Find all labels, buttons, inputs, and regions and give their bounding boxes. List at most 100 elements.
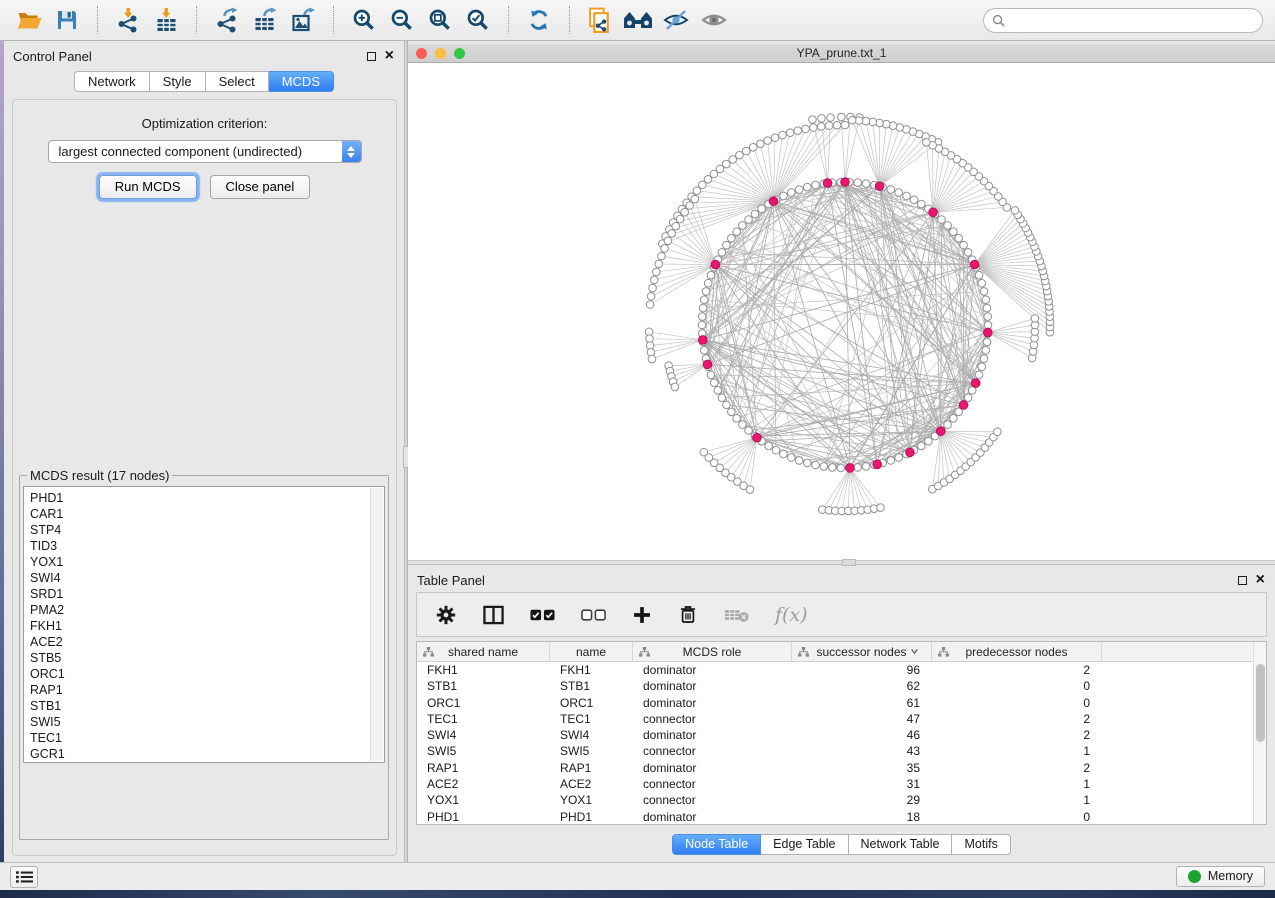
- split-panel-icon[interactable]: [483, 605, 504, 625]
- network-node[interactable]: [964, 394, 972, 402]
- network-node[interactable]: [718, 248, 726, 256]
- import-table-from-file-icon[interactable]: [149, 4, 183, 36]
- table-row[interactable]: RAP1RAP1dominator352: [417, 760, 1266, 776]
- column-header-shared-name[interactable]: shared name: [417, 642, 550, 661]
- network-node[interactable]: [848, 116, 856, 124]
- network-node[interactable]: [833, 121, 841, 129]
- run-mcds-button[interactable]: Run MCDS: [99, 175, 197, 199]
- network-node[interactable]: [794, 127, 802, 135]
- network-node[interactable]: [771, 134, 779, 142]
- mcds-network-node[interactable]: [823, 179, 832, 188]
- network-node[interactable]: [994, 428, 1002, 436]
- splitter-handle[interactable]: [842, 559, 856, 566]
- save-session-icon[interactable]: [50, 4, 84, 36]
- network-node[interactable]: [812, 461, 820, 469]
- mcds-network-node[interactable]: [971, 379, 980, 388]
- mcds-result-item[interactable]: TEC1: [30, 730, 384, 746]
- network-node[interactable]: [923, 138, 931, 146]
- network-node[interactable]: [746, 486, 754, 494]
- network-node[interactable]: [812, 181, 820, 189]
- mcds-result-item[interactable]: STP4: [30, 522, 384, 538]
- network-node[interactable]: [854, 179, 862, 187]
- network-node[interactable]: [887, 186, 895, 194]
- network-node[interactable]: [655, 260, 663, 268]
- export-network-icon[interactable]: [210, 4, 244, 36]
- mcds-network-node[interactable]: [984, 328, 993, 337]
- network-node[interactable]: [804, 183, 812, 191]
- network-node[interactable]: [668, 230, 676, 238]
- mcds-network-node[interactable]: [936, 427, 945, 436]
- network-node[interactable]: [650, 276, 658, 284]
- column-header-name[interactable]: name: [550, 642, 633, 661]
- network-node[interactable]: [938, 216, 946, 224]
- network-node[interactable]: [978, 279, 986, 287]
- float-panel-icon[interactable]: [367, 52, 376, 61]
- network-node[interactable]: [647, 292, 655, 300]
- network-node[interactable]: [728, 408, 736, 416]
- network-node[interactable]: [733, 415, 741, 423]
- import-network-from-file-icon[interactable]: [111, 4, 145, 36]
- mcds-result-item[interactable]: YOX1: [30, 554, 384, 570]
- delete-columns-trash-icon[interactable]: [678, 604, 698, 625]
- tab-network[interactable]: Network: [74, 71, 150, 92]
- mcds-result-item[interactable]: ORC1: [30, 666, 384, 682]
- mcds-result-item[interactable]: ACE2: [30, 634, 384, 650]
- tab-style[interactable]: Style: [150, 71, 206, 92]
- network-node[interactable]: [984, 321, 992, 329]
- network-node[interactable]: [980, 355, 988, 363]
- table-scrollbar[interactable]: [1253, 642, 1266, 824]
- network-node[interactable]: [772, 446, 780, 454]
- network-node[interactable]: [802, 125, 810, 133]
- network-node[interactable]: [944, 421, 952, 429]
- network-node[interactable]: [795, 186, 803, 194]
- network-node[interactable]: [950, 228, 958, 236]
- mcds-network-node[interactable]: [875, 182, 884, 191]
- network-node[interactable]: [779, 131, 787, 139]
- search-box[interactable]: [983, 8, 1263, 33]
- network-node[interactable]: [786, 129, 794, 137]
- column-header-successor-nodes[interactable]: successor nodes: [792, 642, 932, 661]
- zoom-fit-icon[interactable]: [423, 4, 457, 36]
- network-node[interactable]: [950, 415, 958, 423]
- mcds-network-node[interactable]: [846, 464, 855, 473]
- mcds-network-node[interactable]: [959, 401, 968, 410]
- new-network-from-selection-icon[interactable]: [583, 4, 617, 36]
- zoom-out-icon[interactable]: [385, 4, 419, 36]
- network-node[interactable]: [955, 234, 963, 242]
- table-row[interactable]: SWI5SWI5connector431: [417, 743, 1266, 759]
- mcds-network-node[interactable]: [906, 448, 915, 457]
- mcds-result-item[interactable]: CAR1: [30, 506, 384, 522]
- network-node[interactable]: [681, 208, 689, 216]
- network-node[interactable]: [918, 200, 926, 208]
- export-table-icon[interactable]: [248, 4, 282, 36]
- add-column-icon[interactable]: [632, 605, 652, 625]
- tab-network-table[interactable]: Network Table: [849, 834, 953, 855]
- mcds-network-node[interactable]: [711, 260, 720, 269]
- select-all-checkboxes-icon[interactable]: [530, 609, 555, 621]
- network-node[interactable]: [698, 313, 706, 321]
- network-node[interactable]: [982, 296, 990, 304]
- network-node[interactable]: [795, 457, 803, 465]
- close-panel-icon[interactable]: ×: [385, 51, 394, 61]
- list-scrollbar[interactable]: [370, 488, 383, 761]
- network-node[interactable]: [780, 450, 788, 458]
- network-node[interactable]: [723, 241, 731, 249]
- network-node[interactable]: [925, 437, 933, 445]
- network-node[interactable]: [809, 116, 817, 124]
- tab-edge-table[interactable]: Edge Table: [761, 834, 848, 855]
- network-node[interactable]: [723, 401, 731, 409]
- network-node[interactable]: [837, 464, 845, 472]
- mcds-result-item[interactable]: SWI4: [30, 570, 384, 586]
- mcds-network-node[interactable]: [873, 460, 882, 469]
- network-node[interactable]: [910, 196, 918, 204]
- network-node[interactable]: [664, 237, 672, 245]
- first-neighbors-icon[interactable]: [621, 4, 655, 36]
- column-header-mcds-role[interactable]: MCDS role: [633, 642, 792, 661]
- network-node[interactable]: [700, 346, 708, 354]
- network-node[interactable]: [658, 252, 666, 260]
- network-node[interactable]: [960, 241, 968, 249]
- network-node[interactable]: [887, 457, 895, 465]
- close-panel-button[interactable]: Close panel: [210, 175, 311, 199]
- show-all-icon[interactable]: [697, 4, 731, 36]
- table-row[interactable]: FKH1FKH1dominator962: [417, 662, 1266, 678]
